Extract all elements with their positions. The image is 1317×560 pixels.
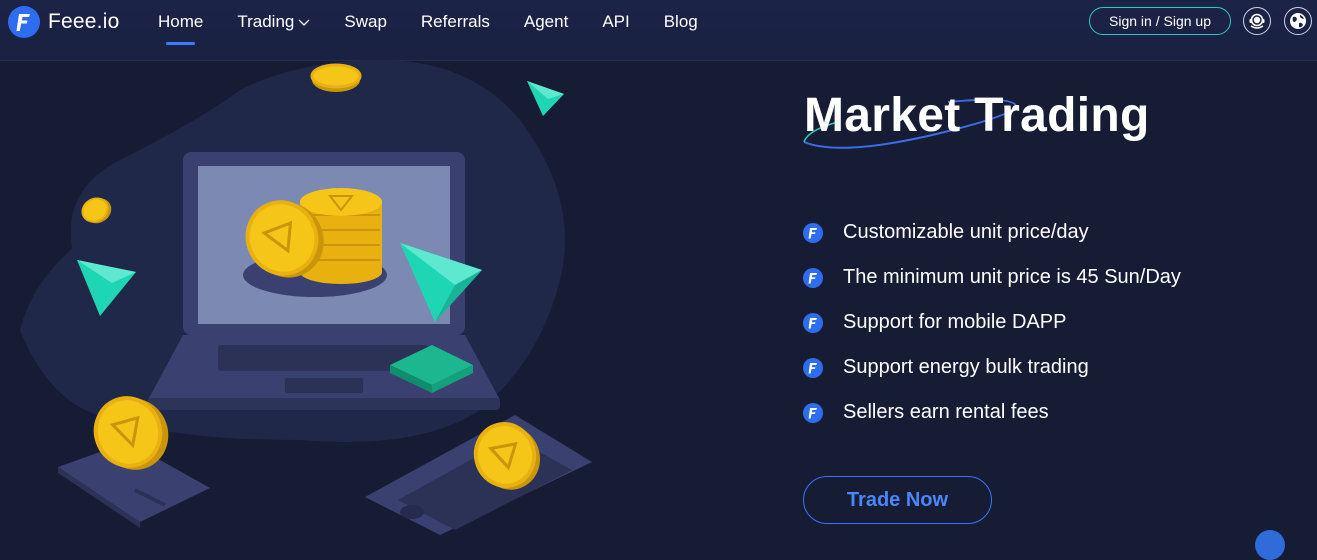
nav-agent-label: Agent — [523, 12, 569, 31]
nav-home-label: Home — [158, 12, 204, 31]
feature-item: Sellers earn rental fees — [803, 390, 1181, 435]
feee-bullet-icon — [803, 312, 823, 333]
nav-referrals-label: Referrals — [420, 12, 490, 31]
feee-bullet-icon — [803, 222, 823, 243]
gem-icon — [527, 81, 564, 116]
trade-now-button[interactable]: Trade Now — [803, 476, 992, 524]
nav-referrals[interactable]: Referrals — [421, 0, 490, 44]
nav-blog-label: Blog — [663, 12, 698, 31]
hero-title-block: Market Trading — [803, 88, 1224, 158]
main-nav: Home Trading Swap Referrals Agent API Bl… — [158, 0, 732, 60]
support-button[interactable] — [1243, 7, 1271, 35]
nav-agent[interactable]: Agent — [524, 0, 568, 44]
nav-trading[interactable]: Trading — [237, 0, 310, 44]
nav-swap-label: Swap — [344, 12, 387, 31]
hero-illustration — [20, 60, 592, 535]
feature-text: Support energy bulk trading — [843, 356, 1089, 378]
feee-bullet-icon — [803, 267, 823, 288]
language-button[interactable] — [1284, 7, 1312, 35]
feature-item: Customizable unit price/day — [803, 210, 1181, 255]
feature-text: Support for mobile DAPP — [843, 311, 1067, 333]
coin-icon — [310, 63, 362, 92]
feee-bullet-icon — [803, 357, 823, 378]
page-title: Market Trading — [804, 89, 1150, 142]
feature-list: Customizable unit price/day The minimum … — [803, 210, 1181, 435]
chevron-down-icon — [298, 19, 310, 26]
feature-text: Customizable unit price/day — [843, 221, 1089, 243]
nav-api-label: API — [602, 12, 630, 31]
nav-trading-label: Trading — [237, 12, 295, 31]
feature-text: The minimum unit price is 45 Sun/Day — [843, 266, 1181, 288]
brand[interactable]: Feee.io — [8, 6, 119, 38]
top-navbar: Feee.io Home Trading Swap Referrals Agen… — [0, 0, 1317, 61]
nav-blog[interactable]: Blog — [664, 0, 698, 44]
brand-name: Feee.io — [48, 10, 120, 33]
feature-item: The minimum unit price is 45 Sun/Day — [803, 255, 1181, 300]
nav-swap[interactable]: Swap — [344, 0, 387, 44]
customer-support-icon — [1249, 13, 1265, 29]
sign-in-button[interactable]: Sign in / Sign up — [1089, 7, 1231, 35]
feee-bullet-icon — [803, 402, 823, 423]
feature-item: Support energy bulk trading — [803, 345, 1181, 390]
nav-home[interactable]: Home — [158, 0, 204, 45]
globe-icon — [1290, 13, 1306, 29]
feature-item: Support for mobile DAPP — [803, 300, 1181, 345]
nav-api[interactable]: API — [602, 0, 629, 44]
feature-text: Sellers earn rental fees — [843, 401, 1049, 423]
feee-logo-icon — [8, 6, 40, 38]
